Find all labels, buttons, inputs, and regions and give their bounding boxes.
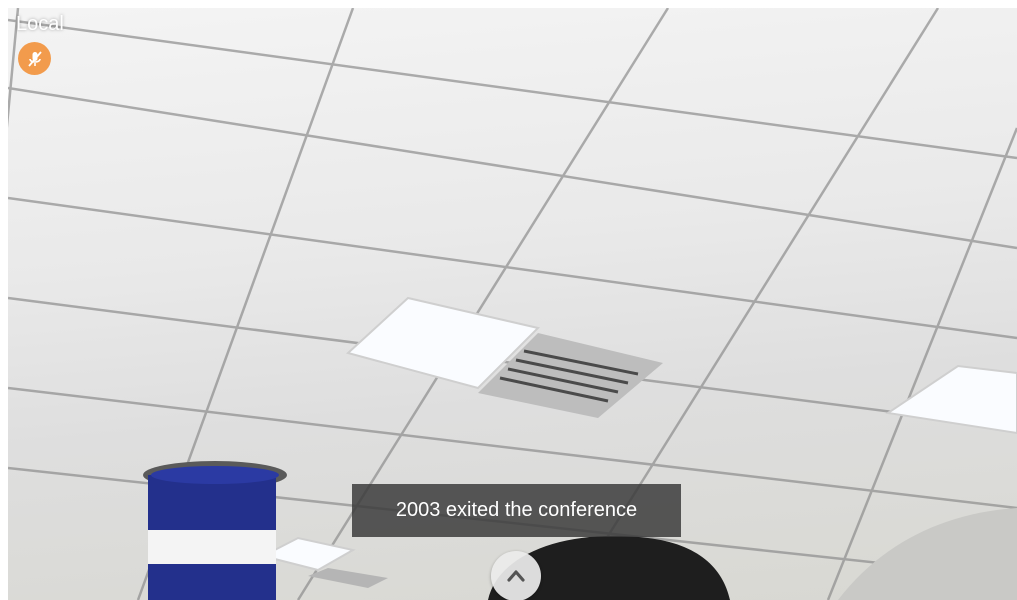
mic-muted-icon bbox=[18, 42, 51, 75]
notification-message: 2003 exited the conference bbox=[395, 499, 638, 521]
expand-controls-button[interactable] bbox=[491, 551, 541, 600]
notification-toast: 2003 exited the conference bbox=[352, 484, 681, 537]
chevron-up-icon bbox=[507, 570, 525, 582]
local-video-feed: Local 2003 exited the conference bbox=[8, 8, 1017, 600]
local-video-label: Local bbox=[16, 13, 64, 35]
